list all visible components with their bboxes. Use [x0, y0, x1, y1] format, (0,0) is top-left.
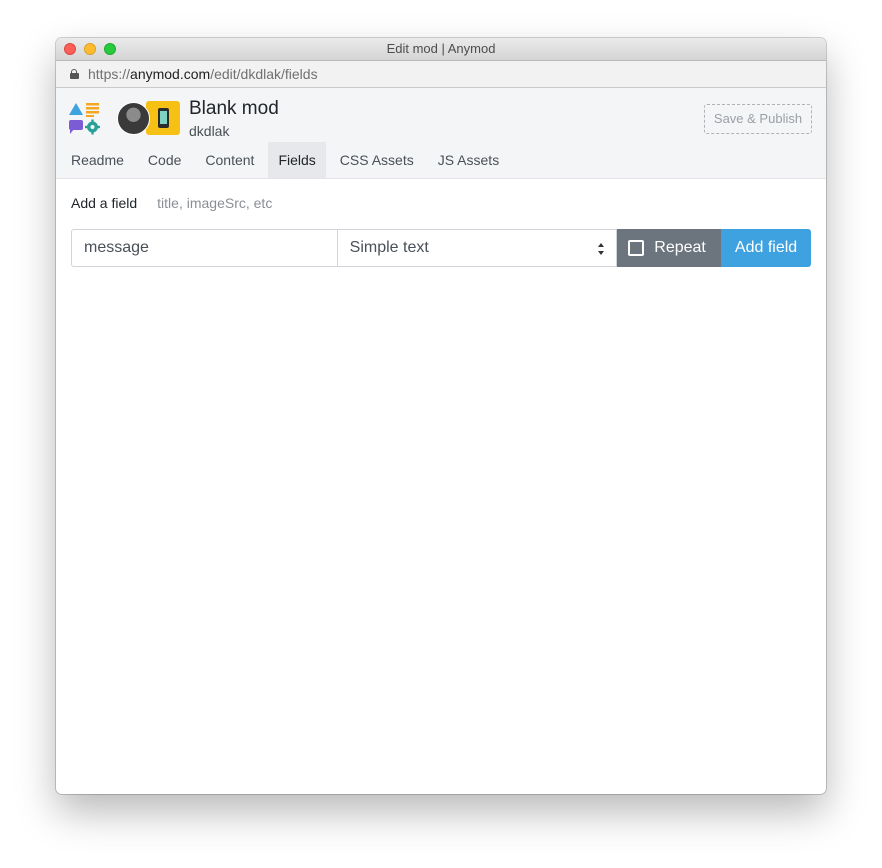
url-scheme: https:// — [88, 66, 131, 82]
mod-title: Blank mod — [189, 98, 279, 119]
user-avatar[interactable] — [117, 102, 150, 135]
tab-fields[interactable]: Fields — [268, 142, 326, 178]
editor-tabs: Readme Code Content Fields CSS Assets JS… — [61, 142, 513, 178]
window-title: Edit mod | Anymod — [386, 41, 496, 56]
phone-icon — [158, 108, 169, 128]
title-bar: Edit mod | Anymod — [56, 38, 826, 61]
add-field-heading: Add a field title, imageSrc, etc — [71, 195, 811, 215]
add-field-hint: title, imageSrc, etc — [157, 195, 273, 211]
tab-readme[interactable]: Readme — [61, 142, 134, 178]
field-type-select[interactable]: Simple text — [336, 229, 618, 267]
address-bar[interactable]: https://anymod.com/edit/dkdlak/fields — [56, 61, 826, 88]
add-field-button[interactable]: Add field — [721, 229, 811, 267]
field-type-value: Simple text — [349, 239, 429, 256]
field-name-input[interactable] — [71, 229, 337, 267]
avatar-group — [117, 101, 180, 135]
mod-thumbnail — [146, 101, 180, 135]
repeat-label: Repeat — [654, 239, 706, 256]
tab-content[interactable]: Content — [195, 142, 264, 178]
tab-code[interactable]: Code — [138, 142, 191, 178]
browser-window: Edit mod | Anymod https://anymod.com/edi… — [56, 38, 826, 794]
add-field-form: Simple text Repeat Add field — [71, 229, 811, 267]
mod-header: Blank mod dkdlak Save & Publish Readme C… — [56, 88, 826, 179]
tab-js-assets[interactable]: JS Assets — [428, 142, 509, 178]
add-field-label: Add a field — [71, 195, 138, 211]
save-publish-button[interactable]: Save & Publish — [704, 104, 812, 134]
url-path: /edit/dkdlak/fields — [210, 66, 318, 82]
repeat-toggle[interactable]: Repeat — [617, 229, 722, 267]
mod-owner[interactable]: dkdlak — [189, 123, 229, 139]
lock-icon — [70, 69, 79, 79]
url-host: anymod.com — [130, 66, 211, 82]
repeat-checkbox[interactable] — [628, 240, 645, 256]
fields-panel: Add a field title, imageSrc, etc Simple … — [56, 179, 826, 283]
tab-css-assets[interactable]: CSS Assets — [330, 142, 424, 178]
select-arrows-icon — [598, 243, 606, 255]
anymod-logo-icon[interactable] — [68, 101, 100, 135]
